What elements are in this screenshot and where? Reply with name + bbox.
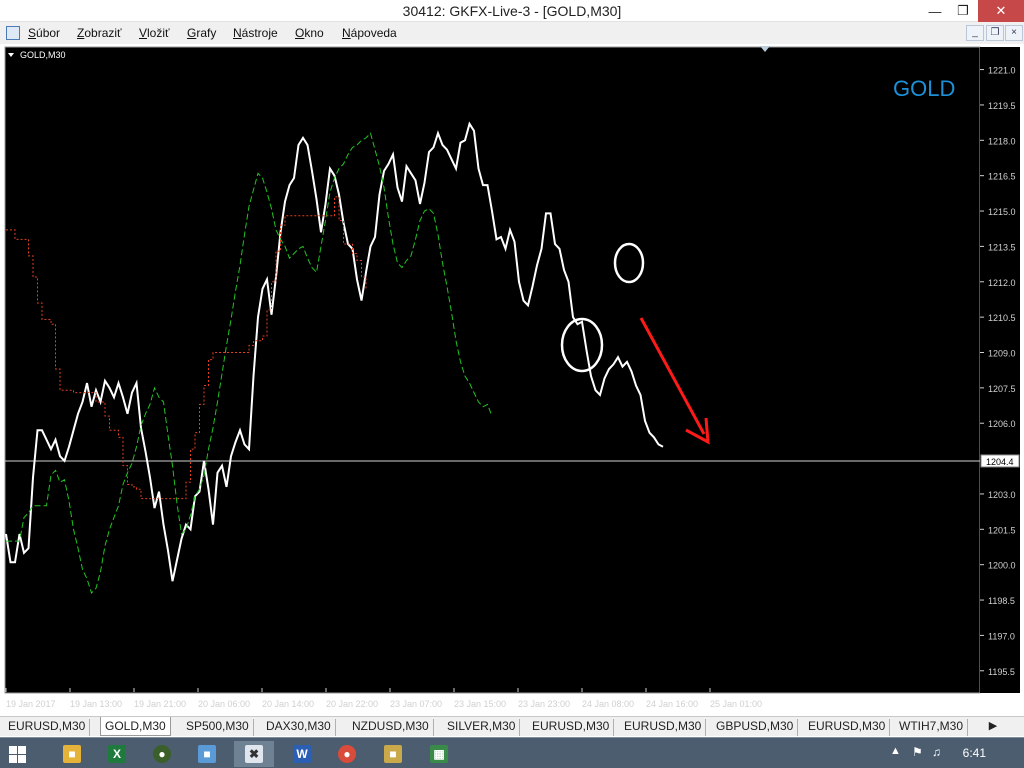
x-tick-label: 20 Jan 22:00 — [326, 699, 378, 709]
menu-subor[interactable]: Súbor — [28, 26, 60, 40]
y-tick-label: 1201.5 — [988, 525, 1016, 535]
tab-eurusd-m30[interactable]: EURUSD,M30 — [4, 719, 91, 736]
chart-watermark: GOLD — [893, 76, 955, 101]
y-tick-label: 1218.0 — [988, 136, 1016, 146]
taskbar-metatrader-icon[interactable]: ✖ — [234, 741, 274, 767]
y-tick-label: 1213.5 — [988, 242, 1016, 252]
taskbar-files-icon[interactable]: ■ — [373, 741, 413, 767]
windows-start-icon[interactable] — [9, 746, 26, 763]
y-tick-label: 1198.5 — [988, 596, 1015, 606]
x-tick-label: 24 Jan 08:00 — [582, 699, 634, 709]
chart-restore-icon[interactable]: ❐ — [986, 25, 1004, 41]
y-tick-label: 1203.0 — [988, 490, 1016, 500]
tab-eurusd-m30-4[interactable]: EURUSD,M30 — [804, 719, 891, 736]
tab-nzdusd-m30[interactable]: NZDUSD,M30 — [348, 719, 434, 736]
tab-dax30-m30[interactable]: DAX30,M30 — [262, 719, 336, 736]
y-tick-label: 1206.0 — [988, 419, 1016, 429]
tab-silver-m30[interactable]: SILVER,M30 — [443, 719, 521, 736]
menu-bar: Súbor Zobraziť Vložiť Grafy Nástroje Okn… — [0, 22, 1024, 44]
metatrader-window: 30412: GKFX-Live-3 - [GOLD,M30] — ❐ ✕ Sú… — [0, 0, 1024, 768]
y-tick-label: 1197.0 — [988, 631, 1015, 641]
x-tick-label: 23 Jan 07:00 — [390, 699, 442, 709]
clock[interactable]: 6:41 — [963, 746, 986, 760]
menu-zobrazit[interactable]: Zobraziť — [77, 26, 122, 40]
tab-eurusd-m30-3[interactable]: EURUSD,M30 — [620, 719, 707, 736]
x-tick-label: 19 Jan 21:00 — [134, 699, 186, 709]
x-tick-label: 25 Jan 01:00 — [710, 699, 762, 709]
y-tick-label: 1221.0 — [988, 66, 1016, 76]
flag-icon[interactable]: ⚑ — [912, 745, 923, 759]
x-tick-label: 20 Jan 06:00 — [198, 699, 250, 709]
y-tick-label: 1216.5 — [988, 172, 1016, 182]
menu-nastroje[interactable]: Nástroje — [233, 26, 278, 40]
tab-wtih7-m30[interactable]: WTIH7,M30 — [895, 719, 969, 736]
system-tray: ▲ ⚑ ♫ 6:41 — [874, 738, 1024, 768]
x-tick-label: 23 Jan 23:00 — [518, 699, 570, 709]
chart-area[interactable]: 1221.0 1219.5 1218.0 1216.5 1215.0 1213.5 1212… — [4, 46, 1020, 709]
taskbar-word-icon[interactable]: W — [282, 741, 322, 767]
chart-plot-area — [4, 46, 981, 694]
taskbar: ■ X ● ■ ✖ W ● ■ ▦ ▲ ⚑ ♫ 6:41 — [0, 737, 1024, 768]
price-chart[interactable]: 1221.0 1219.5 1218.0 1216.5 1215.0 1213.5 1212… — [4, 46, 1020, 710]
y-tick-label: 1207.5 — [988, 384, 1016, 394]
y-tick-label: 1195.5 — [988, 667, 1015, 677]
close-button[interactable]: ✕ — [978, 0, 1024, 22]
y-tick-label: 1215.0 — [988, 207, 1016, 217]
symbol-tabs: EURUSD,M30 GOLD,M30 SP500,M30 DAX30,M30 … — [0, 716, 1024, 736]
x-tick-label: 23 Jan 15:00 — [454, 699, 506, 709]
volume-icon[interactable]: ♫ — [932, 745, 941, 759]
x-tick-label: 20 Jan 14:00 — [262, 699, 314, 709]
menu-grafy[interactable]: Grafy — [187, 26, 216, 40]
chart-minimize-icon[interactable]: _ — [966, 25, 984, 41]
chart-symbol-label: GOLD,M30 — [20, 50, 66, 60]
restore-button[interactable]: ❐ — [946, 0, 980, 22]
taskbar-file-explorer-icon[interactable]: ■ — [52, 741, 92, 767]
menu-vlozit[interactable]: Vložiť — [139, 26, 170, 40]
x-tick-label: 24 Jan 16:00 — [646, 699, 698, 709]
menu-napoveda[interactable]: Nápoveda — [342, 26, 397, 40]
y-tick-label: 1219.5 — [988, 101, 1016, 111]
taskbar-excel-icon[interactable]: X — [97, 741, 137, 767]
y-tick-label: 1209.0 — [988, 348, 1016, 358]
chart-window-icon[interactable] — [6, 26, 20, 40]
y-tick-label: 1212.0 — [988, 278, 1016, 288]
taskbar-calculator-icon[interactable]: ▦ — [419, 741, 459, 767]
taskbar-folder-icon[interactable]: ■ — [187, 741, 227, 767]
taskbar-chrome-icon[interactable]: ● — [142, 741, 182, 767]
tray-chevron-icon[interactable]: ▲ — [890, 745, 901, 757]
tab-gold-m30[interactable]: GOLD,M30 — [100, 717, 171, 736]
x-tick-label: 19 Jan 2017 — [6, 699, 56, 709]
tabs-scroll-right-icon[interactable]: ▶ — [986, 719, 1000, 732]
window-title: 30412: GKFX-Live-3 - [GOLD,M30] — [402, 3, 622, 19]
tab-gbpusd-m30[interactable]: GBPUSD,M30 — [712, 719, 799, 736]
y-tick-label: 1210.5 — [988, 313, 1016, 323]
current-price-label: 1204.4 — [986, 457, 1014, 467]
tab-sp500-m30[interactable]: SP500,M30 — [182, 719, 254, 736]
title-bar: 30412: GKFX-Live-3 - [GOLD,M30] — ❐ ✕ — [0, 0, 1024, 22]
taskbar-chrome-2-icon[interactable]: ● — [327, 741, 367, 767]
y-tick-label: 1200.0 — [988, 561, 1016, 571]
chart-close-icon[interactable]: × — [1005, 25, 1023, 41]
tab-eurusd-m30-2[interactable]: EURUSD,M30 — [528, 719, 615, 736]
x-tick-label: 19 Jan 13:00 — [70, 699, 122, 709]
menu-okno[interactable]: Okno — [295, 26, 324, 40]
